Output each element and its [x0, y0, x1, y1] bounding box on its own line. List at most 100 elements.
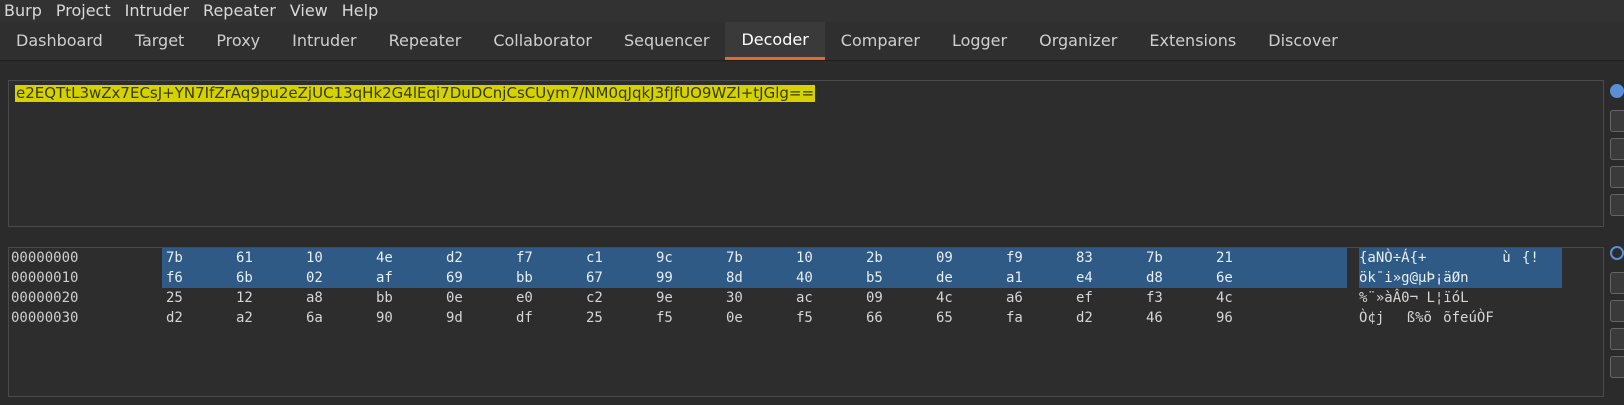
- hex-byte[interactable]: 99: [656, 268, 728, 288]
- encode-as-button[interactable]: [1610, 138, 1624, 160]
- hex-byte[interactable]: fa: [1006, 308, 1078, 328]
- tab-proxy[interactable]: Proxy: [200, 22, 276, 60]
- hex-byte[interactable]: 69: [446, 268, 518, 288]
- hex-byte[interactable]: bb: [376, 288, 448, 308]
- hex-byte[interactable]: f7: [516, 248, 588, 268]
- hex-byte[interactable]: ef: [1076, 288, 1148, 308]
- hex-byte[interactable]: f5: [796, 308, 868, 328]
- hex-byte[interactable]: 25: [166, 288, 238, 308]
- tab-discover[interactable]: Discover: [1252, 22, 1354, 60]
- hex-byte[interactable]: d2: [166, 308, 238, 328]
- hex-byte[interactable]: d2: [446, 248, 518, 268]
- encode-as-button-2[interactable]: [1610, 300, 1624, 322]
- hex-byte[interactable]: 30: [726, 288, 798, 308]
- hex-byte[interactable]: 21: [1216, 248, 1288, 268]
- hex-byte[interactable]: 0e: [726, 308, 798, 328]
- hex-byte[interactable]: 46: [1146, 308, 1218, 328]
- text-radio[interactable]: [1610, 84, 1624, 98]
- encoded-input-text[interactable]: e2EQTtL3wZx7ECsJ+YN7IfZrAq9pu2eZjUC13qHk…: [15, 85, 815, 102]
- hex-byte[interactable]: 6b: [236, 268, 308, 288]
- hex-byte[interactable]: 0e: [446, 288, 518, 308]
- hex-byte[interactable]: af: [376, 268, 448, 288]
- hex-byte[interactable]: 9c: [656, 248, 728, 268]
- hex-byte[interactable]: e0: [516, 288, 588, 308]
- hex-byte[interactable]: d2: [1076, 308, 1148, 328]
- hex-byte[interactable]: a8: [306, 288, 378, 308]
- hex-byte[interactable]: 09: [866, 288, 938, 308]
- decode-as-button-2[interactable]: [1610, 272, 1624, 294]
- hex-byte[interactable]: 10: [306, 248, 378, 268]
- tab-target[interactable]: Target: [119, 22, 201, 60]
- tab-comparer[interactable]: Comparer: [825, 22, 936, 60]
- hex-byte[interactable]: 4e: [376, 248, 448, 268]
- hex-byte[interactable]: 12: [236, 288, 308, 308]
- hex-byte[interactable]: 7b: [166, 248, 238, 268]
- hex-byte[interactable]: a1: [1006, 268, 1078, 288]
- hex-byte[interactable]: 83: [1076, 248, 1148, 268]
- hex-byte[interactable]: b5: [866, 268, 938, 288]
- menu-view[interactable]: View: [283, 0, 335, 22]
- hex-byte[interactable]: 9e: [656, 288, 728, 308]
- hex-byte[interactable]: 6a: [306, 308, 378, 328]
- hex-row[interactable]: 00000010 f6 6b 02 af 69 bb 67 99 8d 40 b5 de a1 e4 d8 6e…: [9, 268, 1603, 288]
- hex-row[interactable]: 00000020 25 12 a8 bb 0e e0 c2 9e 30 ac 09 4c a6 ef f3 4c…: [9, 288, 1603, 308]
- decoder-hex-view[interactable]: 00000000 7b 61 10 4e d2 f7 c1 9c 7b 10 2b 09 f9 83 7b 21…: [8, 247, 1604, 397]
- hex-byte[interactable]: 8d: [726, 268, 798, 288]
- hex-byte[interactable]: 67: [586, 268, 658, 288]
- tab-sequencer[interactable]: Sequencer: [608, 22, 726, 60]
- tab-logger[interactable]: Logger: [936, 22, 1023, 60]
- hex-byte[interactable]: 65: [936, 308, 1008, 328]
- tab-collaborator[interactable]: Collaborator: [477, 22, 608, 60]
- hex-byte[interactable]: 90: [376, 308, 448, 328]
- hex-byte[interactable]: de: [936, 268, 1008, 288]
- hex-byte[interactable]: 7b: [726, 248, 798, 268]
- tab-dashboard[interactable]: Dashboard: [0, 22, 119, 60]
- hex-byte[interactable]: c2: [586, 288, 658, 308]
- hex-byte[interactable]: ac: [796, 288, 868, 308]
- hex-byte[interactable]: d8: [1146, 268, 1218, 288]
- hex-byte[interactable]: 25: [586, 308, 658, 328]
- tab-organizer[interactable]: Organizer: [1023, 22, 1133, 60]
- decoder-input-panel[interactable]: e2EQTtL3wZx7ECsJ+YN7IfZrAq9pu2eZjUC13qHk…: [8, 80, 1604, 227]
- hex-byte[interactable]: 2b: [866, 248, 938, 268]
- hash-button[interactable]: [1610, 166, 1624, 188]
- hex-byte[interactable]: 9d: [446, 308, 518, 328]
- hex-row[interactable]: 00000030 d2 a2 6a 90 9d df 25 f5 0e f5 66 65 fa d2 46 96…: [9, 308, 1603, 328]
- tab-repeater[interactable]: Repeater: [373, 22, 478, 60]
- menu-intruder[interactable]: Intruder: [118, 0, 196, 22]
- hex-byte[interactable]: 6e: [1216, 268, 1288, 288]
- hex-byte[interactable]: 09: [936, 248, 1008, 268]
- hex-radio[interactable]: [1610, 246, 1624, 260]
- hex-byte[interactable]: 96: [1216, 308, 1288, 328]
- hex-byte[interactable]: 4c: [1216, 288, 1288, 308]
- hex-row[interactable]: 00000000 7b 61 10 4e d2 f7 c1 9c 7b 10 2b 09 f9 83 7b 21…: [9, 248, 1603, 268]
- tab-intruder[interactable]: Intruder: [276, 22, 372, 60]
- hex-byte[interactable]: a2: [236, 308, 308, 328]
- hex-byte[interactable]: 02: [306, 268, 378, 288]
- decode-as-button[interactable]: [1610, 110, 1624, 132]
- smart-decode-button-2[interactable]: [1610, 356, 1624, 378]
- hex-byte[interactable]: 40: [796, 268, 868, 288]
- smart-decode-button[interactable]: [1610, 194, 1624, 216]
- hex-byte[interactable]: 61: [236, 248, 308, 268]
- hex-byte[interactable]: a6: [1006, 288, 1078, 308]
- tab-extensions[interactable]: Extensions: [1133, 22, 1252, 60]
- hex-byte[interactable]: c1: [586, 248, 658, 268]
- hex-byte[interactable]: f3: [1146, 288, 1218, 308]
- hex-byte[interactable]: bb: [516, 268, 588, 288]
- hex-byte[interactable]: df: [516, 308, 588, 328]
- hash-button-2[interactable]: [1610, 328, 1624, 350]
- hex-byte[interactable]: e4: [1076, 268, 1148, 288]
- hex-byte[interactable]: f9: [1006, 248, 1078, 268]
- tab-decoder[interactable]: Decoder: [725, 22, 824, 60]
- hex-byte[interactable]: f5: [656, 308, 728, 328]
- hex-byte[interactable]: f6: [166, 268, 238, 288]
- hex-byte[interactable]: 7b: [1146, 248, 1218, 268]
- menu-project[interactable]: Project: [49, 0, 118, 22]
- hex-byte[interactable]: 4c: [936, 288, 1008, 308]
- hex-byte[interactable]: 10: [796, 248, 868, 268]
- menu-help[interactable]: Help: [335, 0, 385, 22]
- menu-repeater[interactable]: Repeater: [196, 0, 283, 22]
- hex-byte[interactable]: 66: [866, 308, 938, 328]
- menu-burp[interactable]: Burp: [0, 0, 49, 22]
